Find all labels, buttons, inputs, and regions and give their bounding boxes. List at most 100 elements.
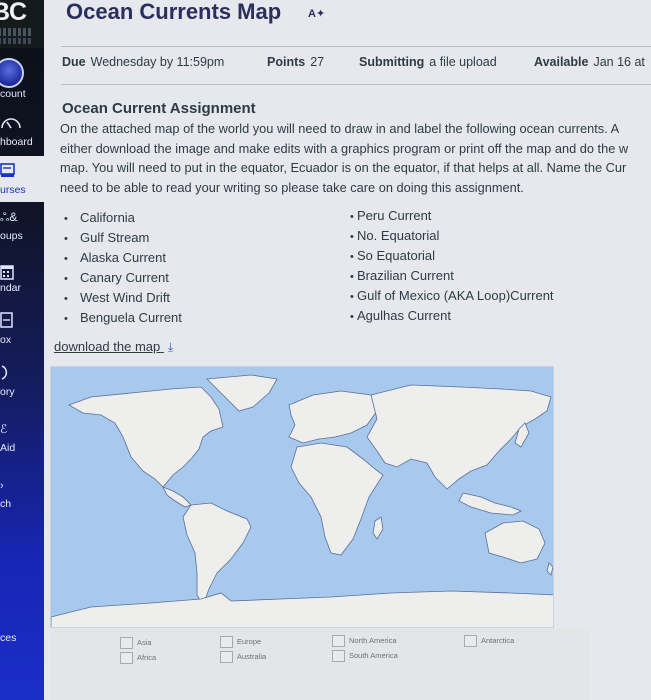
points: Points 27 — [267, 55, 324, 69]
legend-item-europe: Europe — [220, 636, 261, 648]
nav-aid[interactable]: ℰ Aid — [0, 420, 44, 460]
list-item: California — [64, 208, 182, 228]
submission-type: Submitting a file upload — [359, 55, 497, 69]
southeast-asia-islands — [458, 492, 522, 516]
nav-resources-label: ces — [0, 632, 17, 644]
section-title: Ocean Current Assignment — [62, 100, 256, 117]
legend-label: Antarctica — [481, 635, 515, 645]
nav-search-label: ch — [0, 498, 12, 510]
download-map-link[interactable]: download the map ⤓ — [54, 339, 173, 355]
nav-dashboard[interactable]: hboard — [0, 112, 44, 152]
madagascar-landmass — [372, 516, 384, 540]
legend-item-africa: Africa — [120, 652, 156, 664]
list-item: Brazilian Current — [350, 266, 554, 286]
list-item: West Wind Drift — [64, 288, 182, 308]
dashboard-gauge-icon — [0, 115, 22, 134]
nav-calendar[interactable]: ndar — [0, 262, 44, 302]
divider-top — [61, 46, 651, 47]
global-nav-sidebar: BC count hboard urses ஃ& oups ndar ox or… — [0, 0, 44, 700]
description-line: need to be able to read your writing so … — [60, 179, 524, 195]
legend-label: Africa — [137, 652, 157, 662]
currents-list-right: Peru Current No. Equatorial So Equatoria… — [350, 206, 554, 326]
search-icon: › — [0, 480, 4, 492]
legend-item-south-america: South America — [332, 650, 398, 662]
list-item: So Equatorial — [350, 246, 554, 266]
available-label: Available — [534, 55, 589, 69]
nav-account-label: count — [0, 88, 26, 100]
divider-bottom — [61, 84, 651, 85]
legend-swatch — [332, 635, 345, 647]
list-item: Agulhas Current — [350, 306, 554, 326]
institution-logo[interactable]: BC — [0, 0, 44, 48]
legend-swatch — [120, 637, 133, 649]
legend-item-asia: Asia — [120, 637, 152, 649]
page-title: Ocean Currents Map — [66, 0, 282, 24]
immersive-reader-icon[interactable]: A✦ — [308, 7, 325, 20]
download-arrow-icon: ⤓ — [167, 340, 174, 354]
nav-inbox[interactable]: ox — [0, 310, 44, 350]
availability: Available Jan 16 at — [534, 55, 645, 69]
user-avatar-icon[interactable] — [0, 58, 24, 88]
nav-aid-label: Aid — [0, 442, 16, 454]
list-item: No. Equatorial — [350, 226, 554, 246]
list-item: Alaska Current — [64, 248, 182, 268]
legend-item-australia: Australia — [220, 651, 266, 663]
nav-resources[interactable]: ces — [0, 632, 44, 652]
nav-dashboard-label: hboard — [0, 136, 33, 148]
map-legend: Asia Africa Europe Australia North Ameri… — [50, 628, 590, 700]
submitting-label: Submitting — [359, 55, 425, 69]
nav-groups[interactable]: ஃ& oups — [0, 208, 44, 248]
logo-text: BC — [0, 0, 27, 26]
logo-subtext-2 — [0, 38, 32, 44]
description-line: map. You will need to put in the equator… — [60, 160, 627, 175]
list-item: Gulf Stream — [64, 228, 182, 248]
central-america-landmass — [162, 486, 192, 508]
history-clock-icon — [0, 364, 12, 383]
legend-swatch — [464, 635, 477, 647]
due-value: Wednesday by 11:59pm — [90, 55, 225, 69]
nav-inbox-label: ox — [0, 334, 12, 346]
legend-swatch — [120, 652, 133, 664]
inbox-icon — [0, 312, 14, 331]
assignment-description: On the attached map of the world you wil… — [60, 119, 651, 197]
africa-landmass — [290, 442, 384, 556]
courses-book-icon — [0, 162, 16, 181]
assignment-content: Ocean Currents Map A✦ Due Wednesday by 11… — [44, 0, 651, 700]
due-date: Due Wednesday by 11:59pm — [62, 55, 224, 69]
submitting-value: a file upload — [429, 55, 497, 69]
list-item: Gulf of Mexico (AKA Loop)Current — [350, 286, 554, 306]
legend-swatch — [220, 651, 233, 663]
legend-swatch — [220, 636, 233, 648]
australia-landmass — [484, 520, 546, 564]
list-item: Peru Current — [350, 206, 554, 226]
nav-courses-label: urses — [0, 184, 26, 196]
nav-history[interactable]: ory — [0, 362, 44, 402]
nav-account[interactable]: count — [0, 88, 44, 100]
aid-icon: ℰ — [0, 422, 8, 436]
currents-list-left: California Gulf Stream Alaska Current Ca… — [64, 208, 182, 328]
nav-calendar-label: ndar — [0, 282, 22, 294]
world-map-image — [50, 366, 554, 628]
list-item: Canary Current — [64, 268, 182, 288]
logo-subtext — [0, 28, 32, 36]
south-america-landmass — [182, 502, 252, 606]
points-value: 27 — [310, 55, 325, 69]
nav-courses[interactable]: urses — [0, 156, 44, 202]
greenland-landmass — [206, 374, 278, 412]
description-line: either download the image and make edits… — [60, 140, 629, 156]
legend-label: North America — [349, 635, 397, 645]
groups-people-icon: ஃ& — [0, 210, 18, 224]
legend-item-north-america: North America — [332, 635, 397, 647]
nav-history-label: ory — [0, 386, 15, 398]
list-item: Benguela Current — [64, 308, 182, 328]
download-link-text: download the map — [54, 339, 161, 354]
north-america-landmass — [68, 386, 224, 488]
legend-item-antarctica: Antarctica — [464, 635, 514, 647]
nav-search[interactable]: › ch — [0, 480, 44, 520]
legend-label: Australia — [237, 651, 267, 661]
available-value: Jan 16 at — [593, 55, 645, 69]
due-label: Due — [62, 55, 86, 69]
points-label: Points — [267, 55, 306, 69]
description-line: On the attached map of the world you wil… — [60, 121, 620, 136]
world-map-svg — [51, 374, 553, 627]
